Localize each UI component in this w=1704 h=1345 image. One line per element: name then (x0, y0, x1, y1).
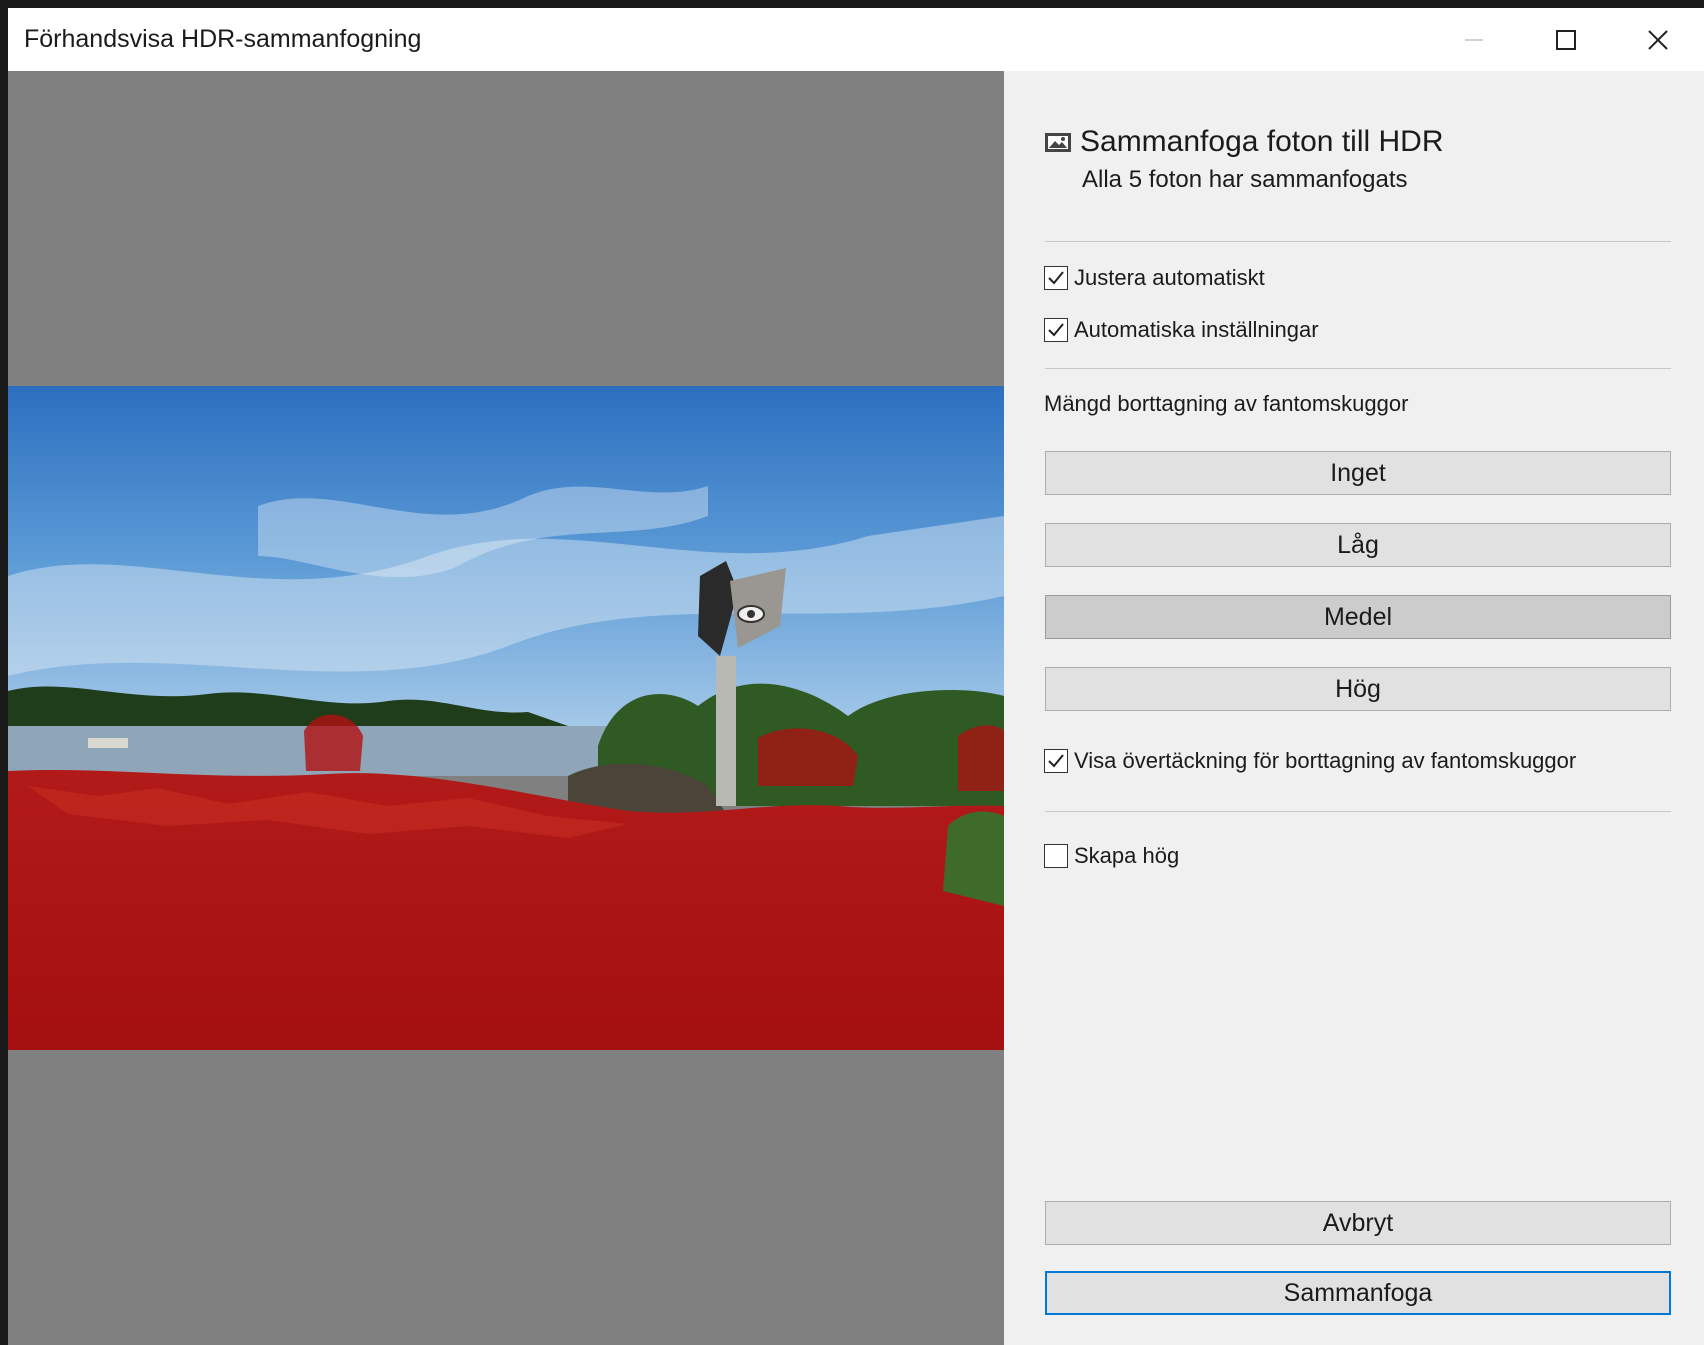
merge-status: Alla 5 foton har sammanfogats (1082, 166, 1408, 193)
auto-settings-label: Automatiska inställningar (1074, 317, 1319, 342)
maximize-button[interactable] (1520, 8, 1612, 71)
auto-settings-checkbox[interactable] (1044, 318, 1068, 342)
screen-top-strip (0, 0, 1704, 8)
maximize-icon (1556, 29, 1576, 50)
hdr-merge-preview-window: Förhandsvisa HDR-sammanfogning Sammanfog… (8, 8, 1704, 1345)
divider (1045, 368, 1671, 369)
show-overlay-label: Visa övertäckning för borttagning av fan… (1074, 748, 1577, 773)
deghost-amount-label: Mängd borttagning av fantomskuggor (1044, 391, 1409, 416)
show-overlay-checkbox[interactable] (1044, 749, 1068, 773)
divider (1045, 241, 1671, 242)
panel-header: Sammanfoga foton till HDR (1044, 125, 1444, 159)
close-button[interactable] (1612, 8, 1704, 71)
deghost-medium-button[interactable]: Medel (1045, 595, 1671, 639)
minimize-icon (1465, 38, 1483, 41)
show-overlay-checkbox-row[interactable]: Visa övertäckning för borttagning av fan… (1044, 748, 1576, 774)
preview-area (8, 71, 1004, 1345)
hdr-preview-image (8, 386, 1004, 1050)
settings-panel: Sammanfoga foton till HDR Alla 5 foton h… (1004, 71, 1704, 1345)
deghost-high-button[interactable]: Hög (1045, 667, 1671, 711)
deghost-low-button[interactable]: Låg (1045, 523, 1671, 567)
cancel-button[interactable]: Avbryt (1045, 1201, 1671, 1245)
create-stack-checkbox-row[interactable]: Skapa hög (1044, 843, 1179, 869)
panel-title: Sammanfoga foton till HDR (1080, 125, 1444, 158)
close-icon (1648, 29, 1668, 50)
checkmark-icon (1048, 754, 1064, 768)
title-bar[interactable]: Förhandsvisa HDR-sammanfogning (8, 8, 1704, 71)
merge-button[interactable]: Sammanfoga (1045, 1271, 1671, 1315)
auto-adjust-checkbox-row[interactable]: Justera automatiskt (1044, 265, 1265, 291)
window-title: Förhandsvisa HDR-sammanfogning (24, 25, 422, 53)
deghost-none-button[interactable]: Inget (1045, 451, 1671, 495)
auto-settings-checkbox-row[interactable]: Automatiska inställningar (1044, 317, 1319, 343)
photo-merge-icon (1045, 133, 1071, 152)
auto-adjust-label: Justera automatiskt (1074, 265, 1265, 290)
minimize-button[interactable] (1428, 8, 1520, 71)
divider (1045, 811, 1671, 812)
window-controls (1428, 8, 1704, 71)
checkmark-icon (1048, 271, 1064, 285)
auto-adjust-checkbox[interactable] (1044, 266, 1068, 290)
create-stack-label: Skapa hög (1074, 843, 1180, 868)
checkmark-icon (1048, 323, 1064, 337)
create-stack-checkbox[interactable] (1044, 844, 1068, 868)
